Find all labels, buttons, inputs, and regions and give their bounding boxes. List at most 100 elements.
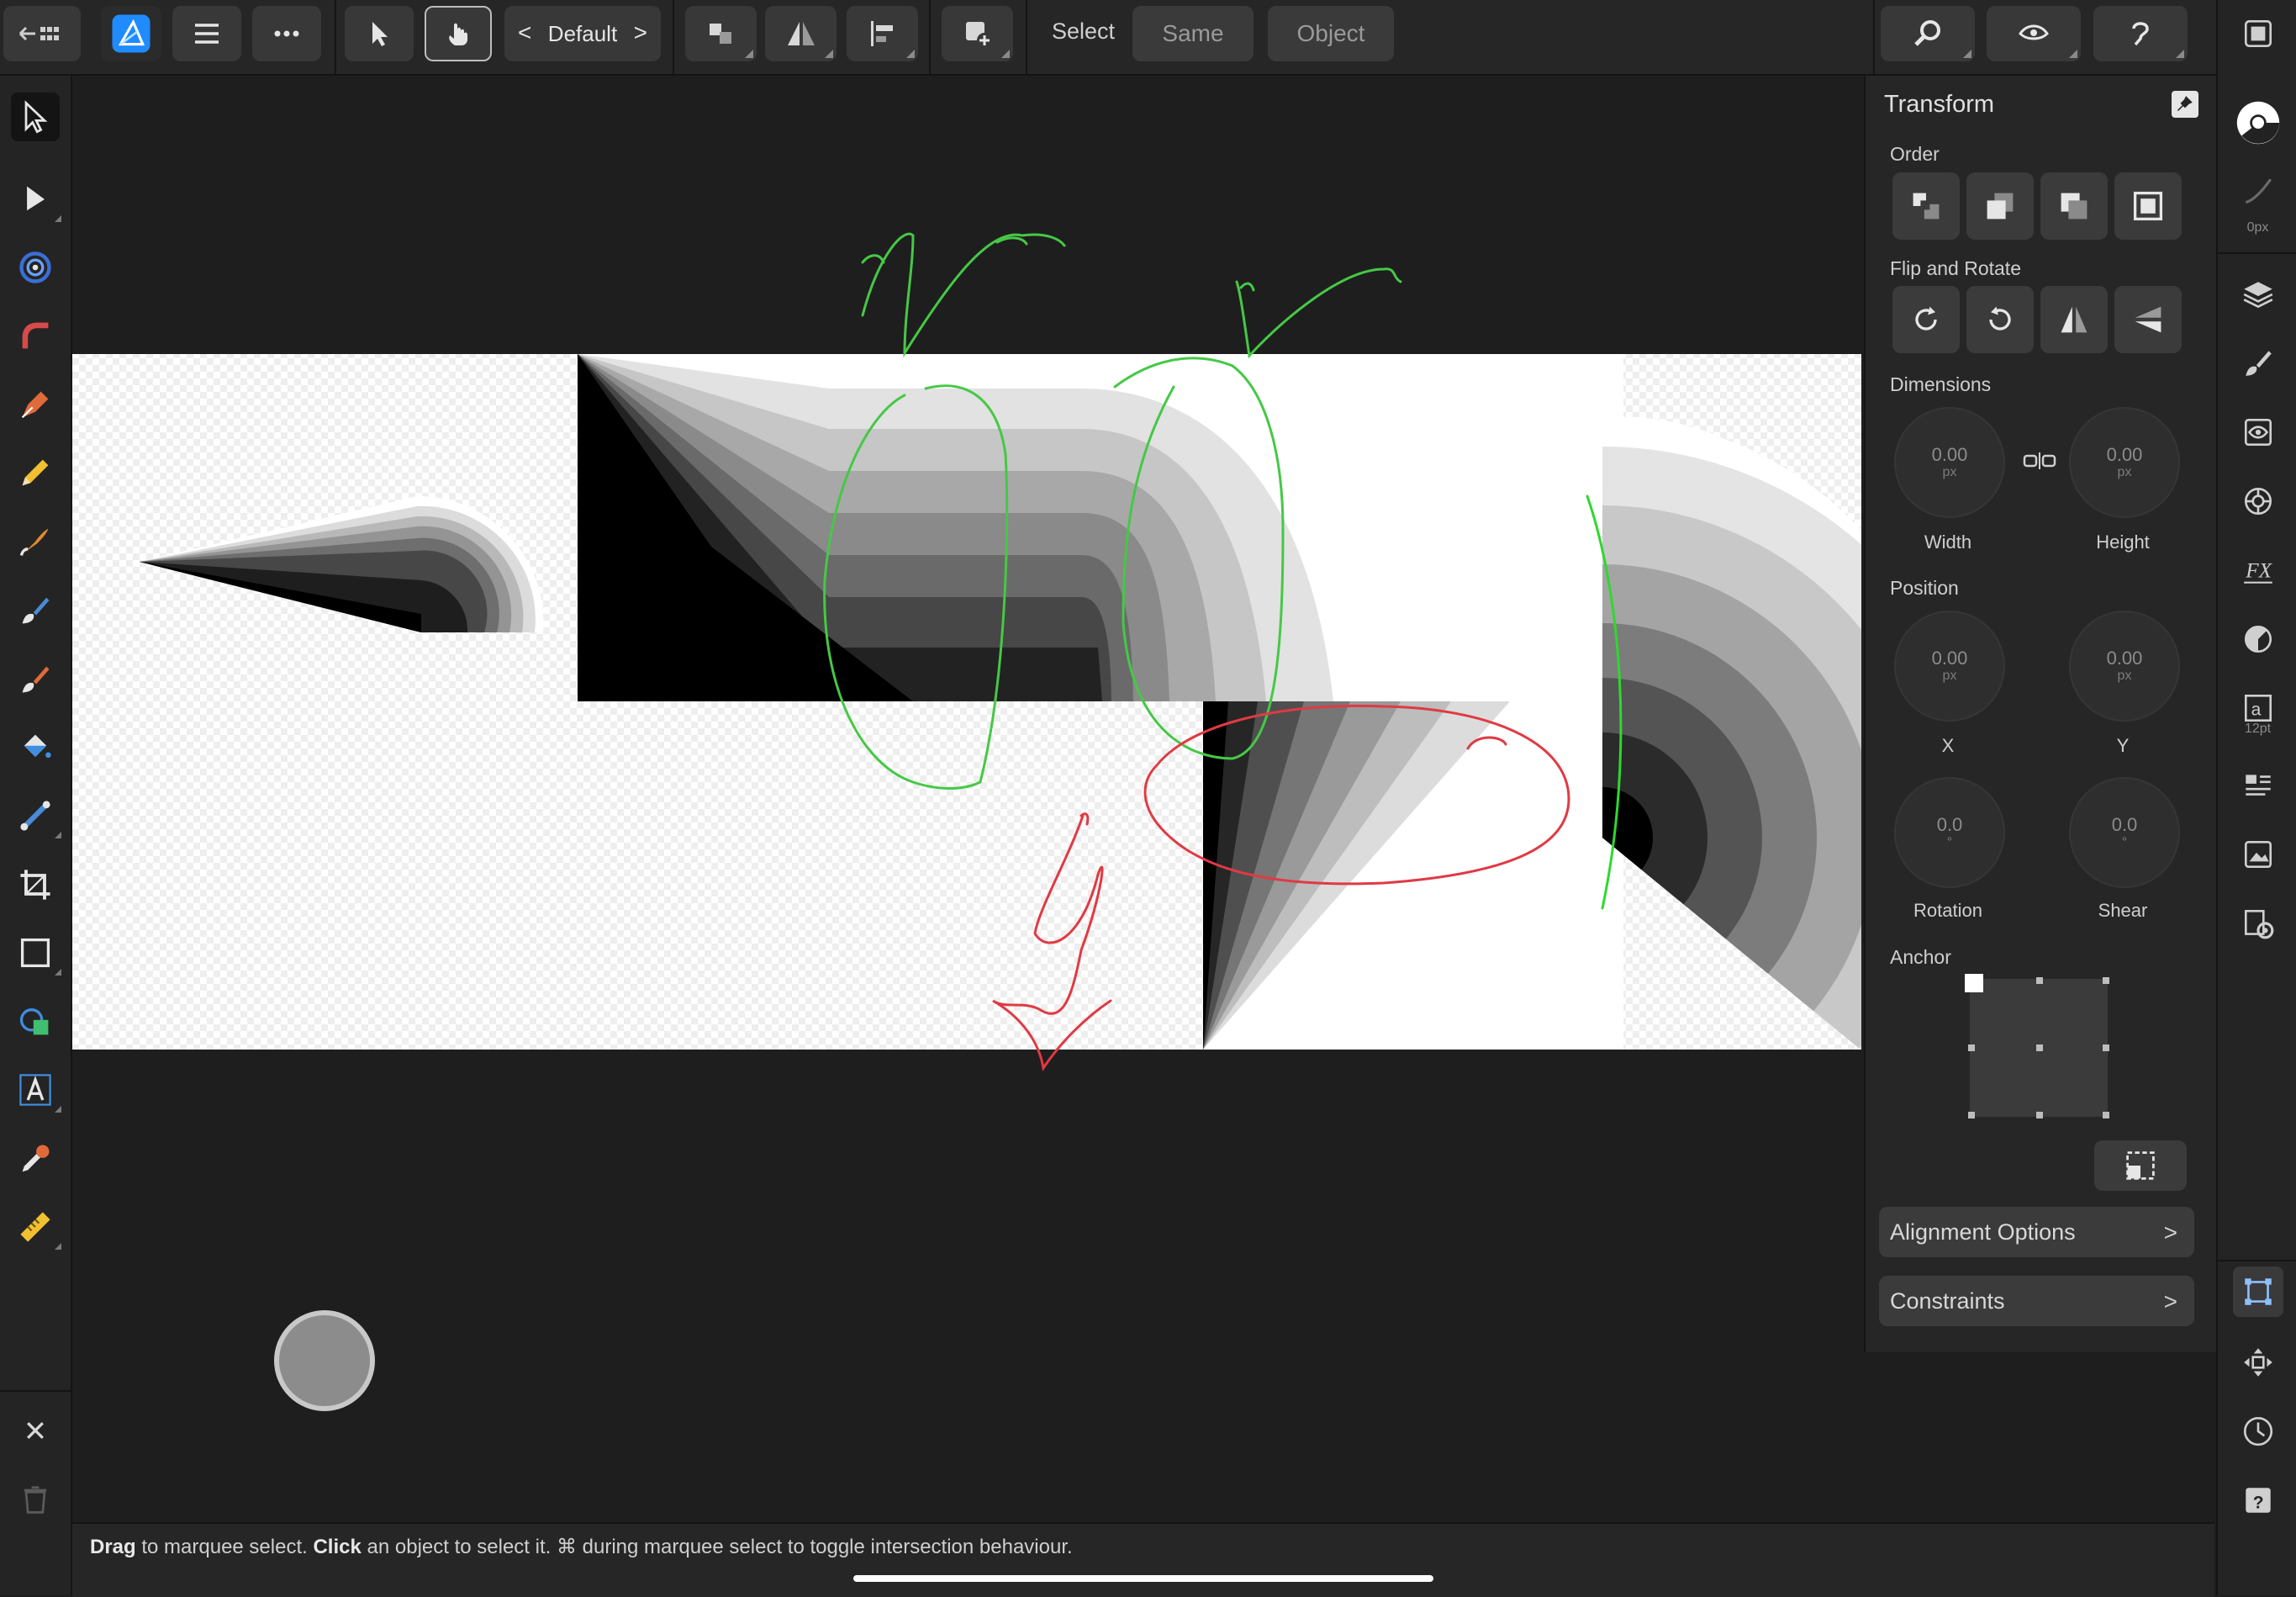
- help-assistant-button[interactable]: [2093, 6, 2188, 61]
- alignment-options-expander[interactable]: Alignment Options >: [1879, 1207, 2194, 1257]
- document-setup-button[interactable]: [2233, 8, 2283, 59]
- prev-chevron-icon[interactable]: <: [518, 19, 531, 46]
- gradient-tool[interactable]: [11, 791, 61, 840]
- quick-action-button[interactable]: [274, 1310, 375, 1411]
- anchor-grid[interactable]: [1965, 974, 2109, 1118]
- node-arrow-icon: [27, 186, 45, 211]
- shear-dial[interactable]: 0.0 °: [2069, 777, 2180, 888]
- svg-text:a: a: [2251, 700, 2262, 719]
- persona-selector[interactable]: < Default >: [504, 6, 661, 61]
- move-tool[interactable]: [11, 93, 60, 141]
- anchor-point[interactable]: [2036, 1112, 2043, 1118]
- flip-vertical-button[interactable]: [2114, 286, 2182, 353]
- anchor-point[interactable]: [1968, 1112, 1975, 1118]
- more-button[interactable]: [252, 6, 321, 61]
- settings-gear-icon: [2244, 909, 2274, 939]
- shear-label: Shear: [2098, 900, 2148, 921]
- color-studio-button[interactable]: [2233, 98, 2283, 148]
- anchor-point[interactable]: [2036, 1044, 2043, 1051]
- view-mode-button[interactable]: [1987, 6, 2081, 61]
- rotation-dial[interactable]: 0.0 °: [1894, 777, 2005, 888]
- history-studio-button[interactable]: [2233, 1406, 2283, 1457]
- transform-studio-button[interactable]: [2233, 1266, 2283, 1317]
- color-picker-tool[interactable]: [11, 1134, 60, 1183]
- rotate-counterclockwise-button[interactable]: [1966, 286, 2034, 353]
- navigator-studio-button[interactable]: [2233, 1337, 2283, 1388]
- anchor-point[interactable]: [2103, 1112, 2109, 1118]
- move-forward-one-button[interactable]: [2040, 172, 2108, 240]
- artistic-text-icon: [19, 1074, 51, 1106]
- crop-tool[interactable]: [11, 860, 60, 909]
- measure-tool[interactable]: [11, 1203, 61, 1251]
- move-to-front-button[interactable]: [2114, 172, 2182, 240]
- anchor-point[interactable]: [2036, 977, 2043, 984]
- width-dial[interactable]: 0.00 px: [1894, 407, 2005, 518]
- home-grid-button[interactable]: [3, 6, 81, 61]
- anchor-point[interactable]: [2103, 1044, 2109, 1051]
- anchor-point-selected[interactable]: [1965, 974, 1983, 992]
- move-back-one-button[interactable]: [1966, 172, 2034, 240]
- arrange-button[interactable]: [685, 6, 757, 61]
- move-tool-button[interactable]: [345, 6, 414, 61]
- align-button[interactable]: [847, 6, 918, 61]
- canvas[interactable]: [72, 76, 1861, 1520]
- insert-button[interactable]: [942, 6, 1013, 61]
- flip-button[interactable]: [765, 6, 837, 61]
- effects-studio-button[interactable]: FX: [2233, 545, 2283, 595]
- adjustments-studio-button[interactable]: [2233, 614, 2283, 664]
- corner-tool[interactable]: [11, 311, 60, 360]
- delete-button[interactable]: [11, 1475, 60, 1524]
- home-indicator[interactable]: [853, 1575, 1433, 1582]
- pin-panel-button[interactable]: [2172, 91, 2198, 118]
- select-object-button[interactable]: Object: [1268, 6, 1394, 61]
- paragraph-studio-button[interactable]: [2233, 760, 2283, 811]
- pixel-brush-tool[interactable]: [11, 655, 60, 704]
- stroke-studio-button[interactable]: [2233, 167, 2283, 217]
- status-bar: Drag to marquee select. Click an object …: [72, 1522, 2214, 1597]
- lock-aspect-icon[interactable]: [2023, 451, 2056, 471]
- anchor-section-label: Anchor: [1890, 946, 1951, 968]
- settings-studio-button[interactable]: [2233, 898, 2283, 949]
- constraints-expander[interactable]: Constraints >: [1879, 1276, 2194, 1326]
- vector-brush-tool[interactable]: [11, 517, 60, 566]
- move-backward-icon: [2061, 193, 2088, 219]
- shape-builder-tool[interactable]: [11, 997, 60, 1046]
- pen-tool[interactable]: [11, 380, 60, 429]
- appearance-studio-button[interactable]: [2233, 407, 2283, 457]
- fill-tool[interactable]: [11, 723, 60, 772]
- next-chevron-icon[interactable]: >: [634, 19, 647, 46]
- persona-designer-button[interactable]: [101, 6, 161, 61]
- move-to-back-button[interactable]: [1892, 172, 1960, 240]
- hand-tool-button[interactable]: [425, 6, 492, 61]
- node-tool[interactable]: [11, 175, 61, 224]
- brush-icon: [22, 597, 50, 624]
- select-same-button[interactable]: Same: [1132, 6, 1254, 61]
- menu-button[interactable]: [172, 6, 241, 61]
- stroke-width-value: 0px: [2246, 220, 2269, 235]
- paragraph-icon: [2246, 775, 2271, 796]
- text-style-icon: a: [2244, 694, 2272, 722]
- zoom-view-button[interactable]: [1881, 6, 1975, 61]
- help-studio-button[interactable]: ?: [2233, 1475, 2283, 1526]
- close-context-button[interactable]: [11, 1406, 60, 1455]
- bring-to-front-icon: [1913, 193, 1940, 219]
- brushes-studio-button[interactable]: [2233, 338, 2283, 389]
- rectangle-tool[interactable]: [11, 928, 61, 977]
- pencil-tool[interactable]: [11, 448, 60, 497]
- assets-studio-button[interactable]: [2233, 829, 2283, 880]
- symbols-studio-button[interactable]: [2233, 476, 2283, 526]
- studio-icon-strip: 0px FX a 12pt ?: [2216, 0, 2296, 1595]
- fill-brush-tool[interactable]: [11, 586, 60, 635]
- contour-tool[interactable]: [11, 243, 60, 292]
- text-tool[interactable]: [11, 1066, 61, 1114]
- anchor-point[interactable]: [2103, 977, 2109, 984]
- height-dial[interactable]: 0.00 px: [2069, 407, 2180, 518]
- flip-horizontal-button[interactable]: [2040, 286, 2108, 353]
- transform-origin-button[interactable]: [2094, 1140, 2187, 1191]
- panel-title: Transform: [1884, 91, 1995, 118]
- rotate-clockwise-button[interactable]: [1892, 286, 1960, 353]
- layers-studio-button[interactable]: [2233, 269, 2283, 320]
- anchor-point[interactable]: [1968, 1044, 1975, 1051]
- y-position-dial[interactable]: 0.00 px: [2069, 611, 2180, 722]
- x-position-dial[interactable]: 0.00 px: [1894, 611, 2005, 722]
